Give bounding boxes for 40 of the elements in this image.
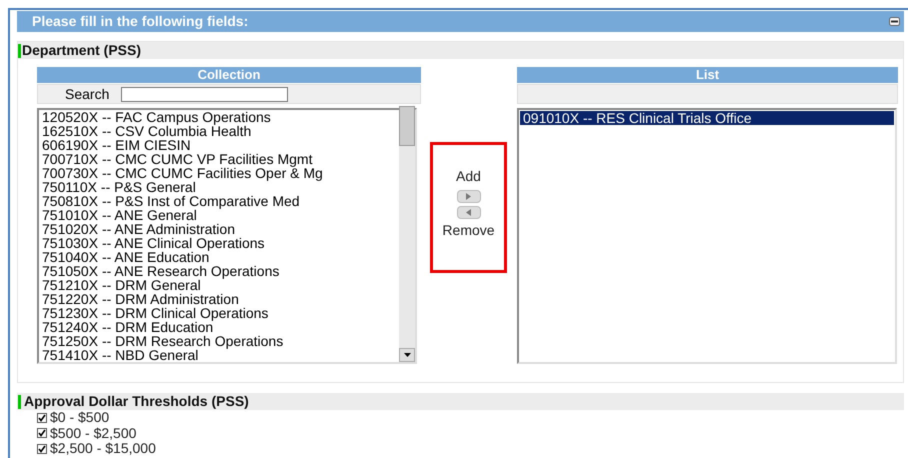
checkbox[interactable]: [37, 412, 47, 423]
list-option[interactable]: 751020X -- ANE Administration: [39, 222, 399, 236]
collection-header: Collection: [37, 67, 421, 83]
list-option[interactable]: 750810X -- P&S Inst of Comparative Med: [39, 194, 399, 208]
list-option[interactable]: 750110X -- P&S General: [39, 180, 399, 194]
back-icon: [466, 209, 471, 216]
search-label: Search: [65, 84, 110, 104]
list-option[interactable]: 751030X -- ANE Clinical Operations: [39, 236, 399, 250]
list-option[interactable]: 162510X -- CSV Columbia Health: [39, 124, 399, 138]
collapse-icon[interactable]: [889, 17, 900, 26]
list-option[interactable]: 751040X -- ANE Education: [39, 250, 399, 264]
list-option[interactable]: 606190X -- EIM CIESIN: [39, 138, 399, 152]
checkbox-label: $2,500 - $15,000: [50, 440, 156, 458]
list-header: List: [517, 67, 898, 83]
list-option[interactable]: 751050X -- ANE Research Operations: [39, 264, 399, 278]
list-option[interactable]: 700730X -- CMC CUMC Facilities Oper & Mg: [39, 166, 399, 180]
list-option[interactable]: 751250X -- DRM Research Operations: [39, 334, 399, 348]
add-label: Add: [456, 167, 481, 186]
list-option[interactable]: 751410X -- NBD General: [39, 348, 399, 362]
remove-label: Remove: [442, 221, 495, 240]
list-option[interactable]: 751220X -- DRM Administration: [39, 292, 399, 306]
list-option[interactable]: 751240X -- DRM Education: [39, 320, 399, 334]
section-title: Department (PSS): [22, 41, 142, 60]
list-option[interactable]: 751230X -- DRM Clinical Operations: [39, 306, 399, 320]
panel-title: Please fill in the following fields:: [32, 12, 248, 31]
section-title: Approval Dollar Thresholds (PSS): [24, 392, 249, 411]
arrow-down-icon[interactable]: [404, 353, 410, 357]
add-button[interactable]: [456, 190, 480, 203]
remove-button[interactable]: [456, 206, 480, 219]
search-field[interactable]: [121, 86, 288, 102]
list-option[interactable]: 751010X -- ANE General: [39, 208, 399, 222]
selected-listbox[interactable]: 091010X -- RES Clinical Trials Office: [517, 108, 897, 364]
play-icon: [466, 193, 471, 200]
scrollbar-thumb[interactable]: [399, 106, 415, 146]
list-option[interactable]: 700710X -- CMC CUMC VP Facilities Mgmt: [39, 152, 399, 166]
checkbox[interactable]: [37, 428, 47, 438]
list-option[interactable]: 751210X -- DRM General: [39, 278, 399, 292]
checkbox[interactable]: [37, 444, 47, 454]
list-option[interactable]: 120520X -- FAC Campus Operations: [39, 110, 399, 124]
list-option[interactable]: 091010X -- RES Clinical Trials Office: [520, 111, 894, 125]
